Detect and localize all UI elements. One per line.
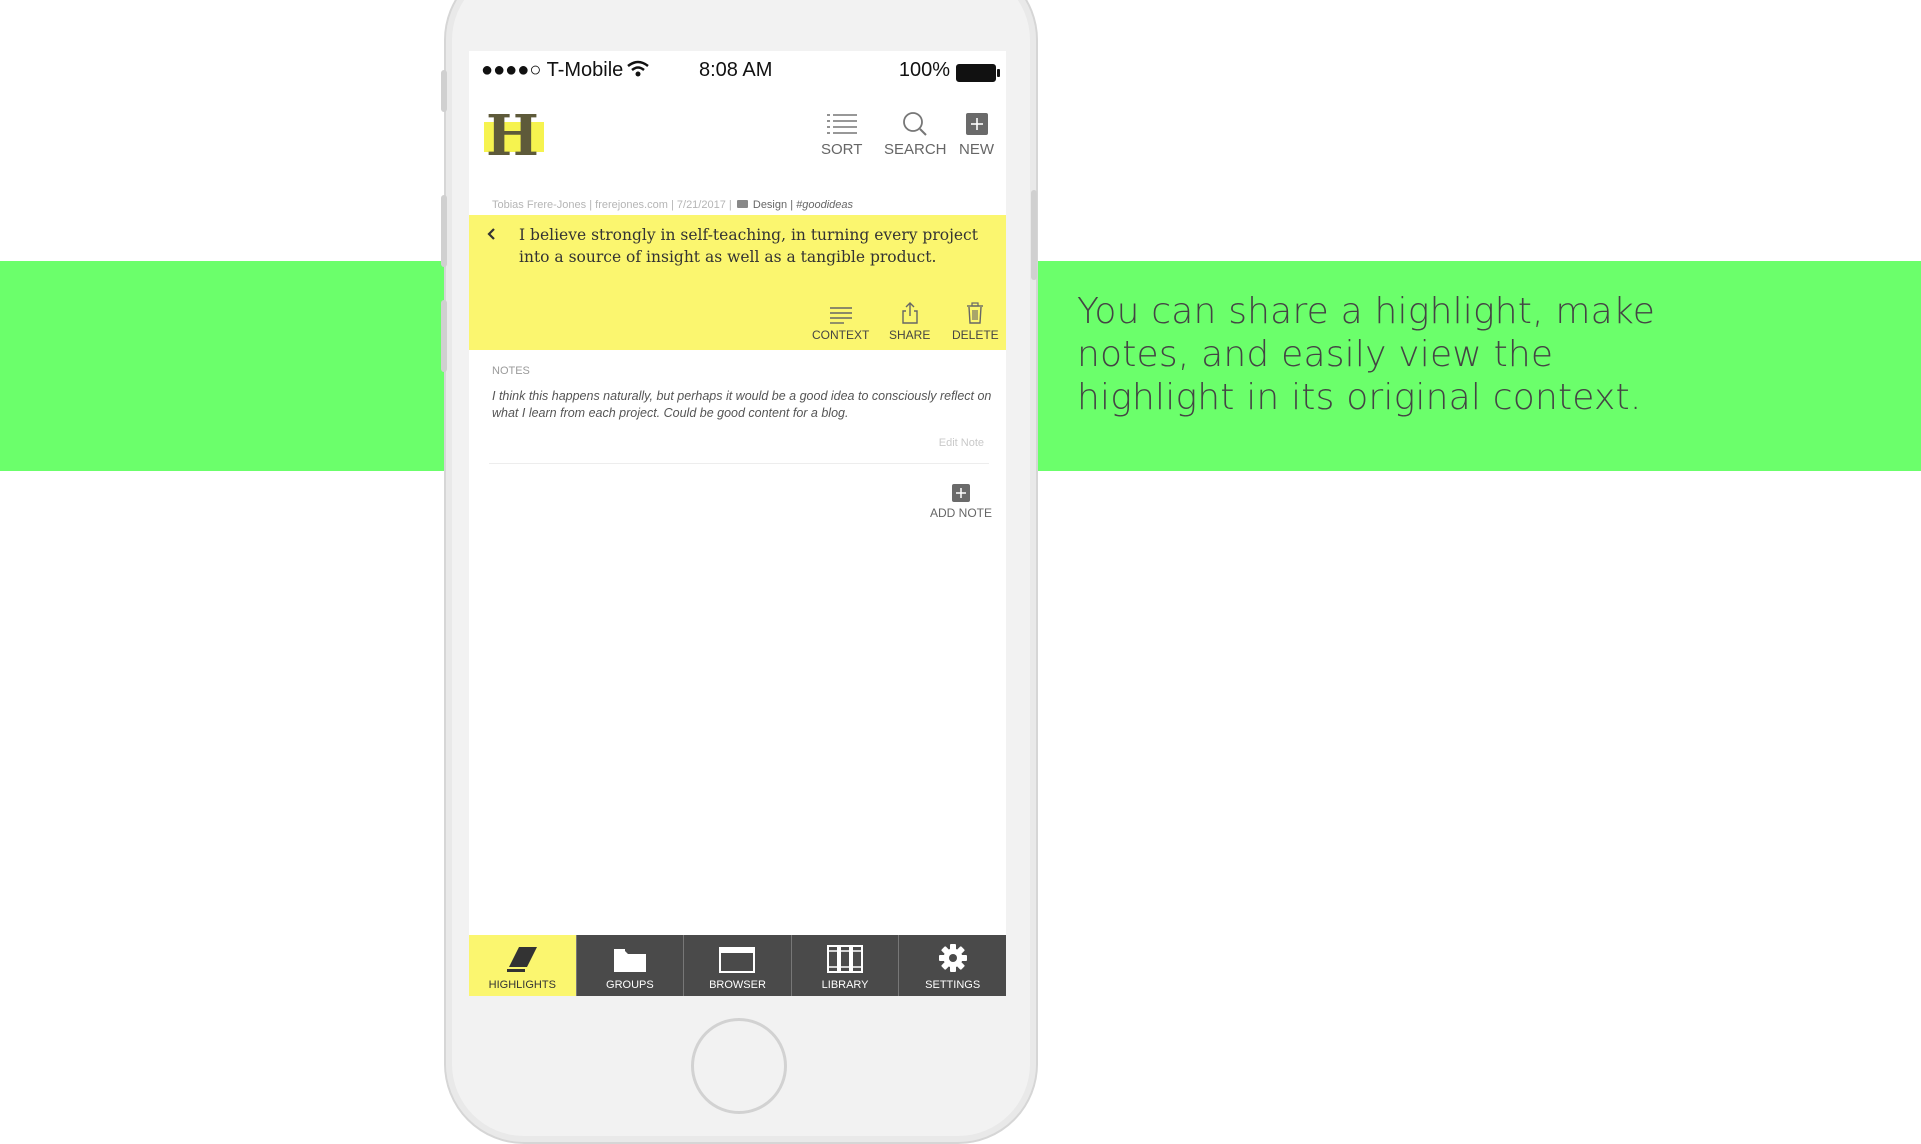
delete-label: DELETE	[952, 328, 999, 342]
edit-note-link[interactable]: Edit Note	[939, 437, 984, 449]
books-icon	[792, 935, 899, 973]
tab-browser[interactable]: BROWSER	[684, 935, 792, 996]
date: 7/21/2017	[676, 199, 726, 211]
wifi-icon	[627, 60, 649, 84]
carrier-label: ●●●●○ T-Mobile	[481, 59, 624, 81]
divider	[489, 463, 989, 464]
phone-screen: ●●●●○ T-Mobile 8:08 AM 100% H SORT SEARC…	[469, 51, 1006, 996]
tab-browser-label: BROWSER	[709, 979, 766, 991]
battery-percent: 100%	[898, 59, 950, 81]
status-bar: ●●●●○ T-Mobile 8:08 AM 100%	[469, 51, 1006, 89]
context-label: CONTEXT	[812, 328, 870, 342]
browser-window-icon	[684, 935, 791, 973]
folder-icon	[577, 935, 684, 973]
sort-label: SORT	[821, 141, 863, 158]
tab-groups-label: GROUPS	[606, 979, 654, 991]
mute-switch	[441, 70, 447, 112]
tab-settings[interactable]: SETTINGS	[899, 935, 1006, 996]
tab-highlights-label: HIGHLIGHTS	[488, 979, 556, 991]
highlighter-icon	[469, 935, 576, 973]
plus-box-icon	[959, 107, 994, 141]
home-button[interactable]	[691, 1018, 787, 1114]
notes-heading: NOTES	[492, 365, 530, 377]
tab-library-label: LIBRARY	[821, 979, 869, 991]
volume-up-button	[441, 195, 447, 267]
power-button	[1031, 190, 1037, 280]
delete-button[interactable]: DELETE	[952, 298, 999, 342]
new-label: NEW	[959, 141, 994, 158]
tag[interactable]: #goodideas	[796, 199, 853, 211]
trash-icon	[952, 298, 999, 324]
battery-icon	[956, 64, 1000, 82]
back-chevron-icon[interactable]	[486, 225, 496, 246]
logo-letter: H	[486, 103, 539, 169]
search-icon	[884, 107, 947, 141]
tab-bar: HIGHLIGHTS GROUPS BROWSER LIBRARY SETTIN…	[469, 935, 1006, 996]
share-button[interactable]: SHARE	[889, 298, 930, 342]
caption-text: You can share a highlight, make notes, a…	[1077, 291, 1656, 418]
volume-down-button	[441, 300, 447, 372]
group-name[interactable]: Design	[753, 199, 787, 211]
context-lines-icon	[812, 298, 869, 324]
add-note-button[interactable]: ADD NOTE	[930, 484, 992, 520]
tab-settings-label: SETTINGS	[925, 979, 981, 991]
clock: 8:08 AM	[699, 59, 773, 81]
tab-library[interactable]: LIBRARY	[792, 935, 900, 996]
plus-box-icon	[930, 484, 992, 506]
new-button[interactable]: NEW	[959, 107, 994, 158]
highlight-quote: I believe strongly in self-teaching, in …	[519, 226, 978, 266]
add-note-label: ADD NOTE	[929, 506, 992, 520]
note-text[interactable]: I think this happens naturally, but perh…	[492, 388, 992, 422]
tab-highlights[interactable]: HIGHLIGHTS	[469, 935, 577, 996]
list-icon	[821, 107, 862, 141]
gear-icon	[899, 935, 1006, 973]
search-button[interactable]: SEARCH	[884, 107, 947, 158]
source-site[interactable]: frerejones.com	[595, 199, 668, 211]
highlight-card: I believe strongly in self-teaching, in …	[469, 215, 1006, 350]
share-icon	[889, 298, 930, 324]
context-button[interactable]: CONTEXT	[812, 298, 869, 342]
search-label: SEARCH	[884, 141, 947, 158]
share-label: SHARE	[889, 328, 931, 342]
folder-icon	[736, 200, 748, 208]
app-logo[interactable]: H	[484, 103, 544, 169]
sort-button[interactable]: SORT	[821, 107, 862, 158]
tab-groups[interactable]: GROUPS	[577, 935, 685, 996]
author: Tobias Frere-Jones	[492, 199, 587, 211]
highlight-meta: Tobias Frere-Jones | frerejones.com | 7/…	[492, 199, 853, 211]
